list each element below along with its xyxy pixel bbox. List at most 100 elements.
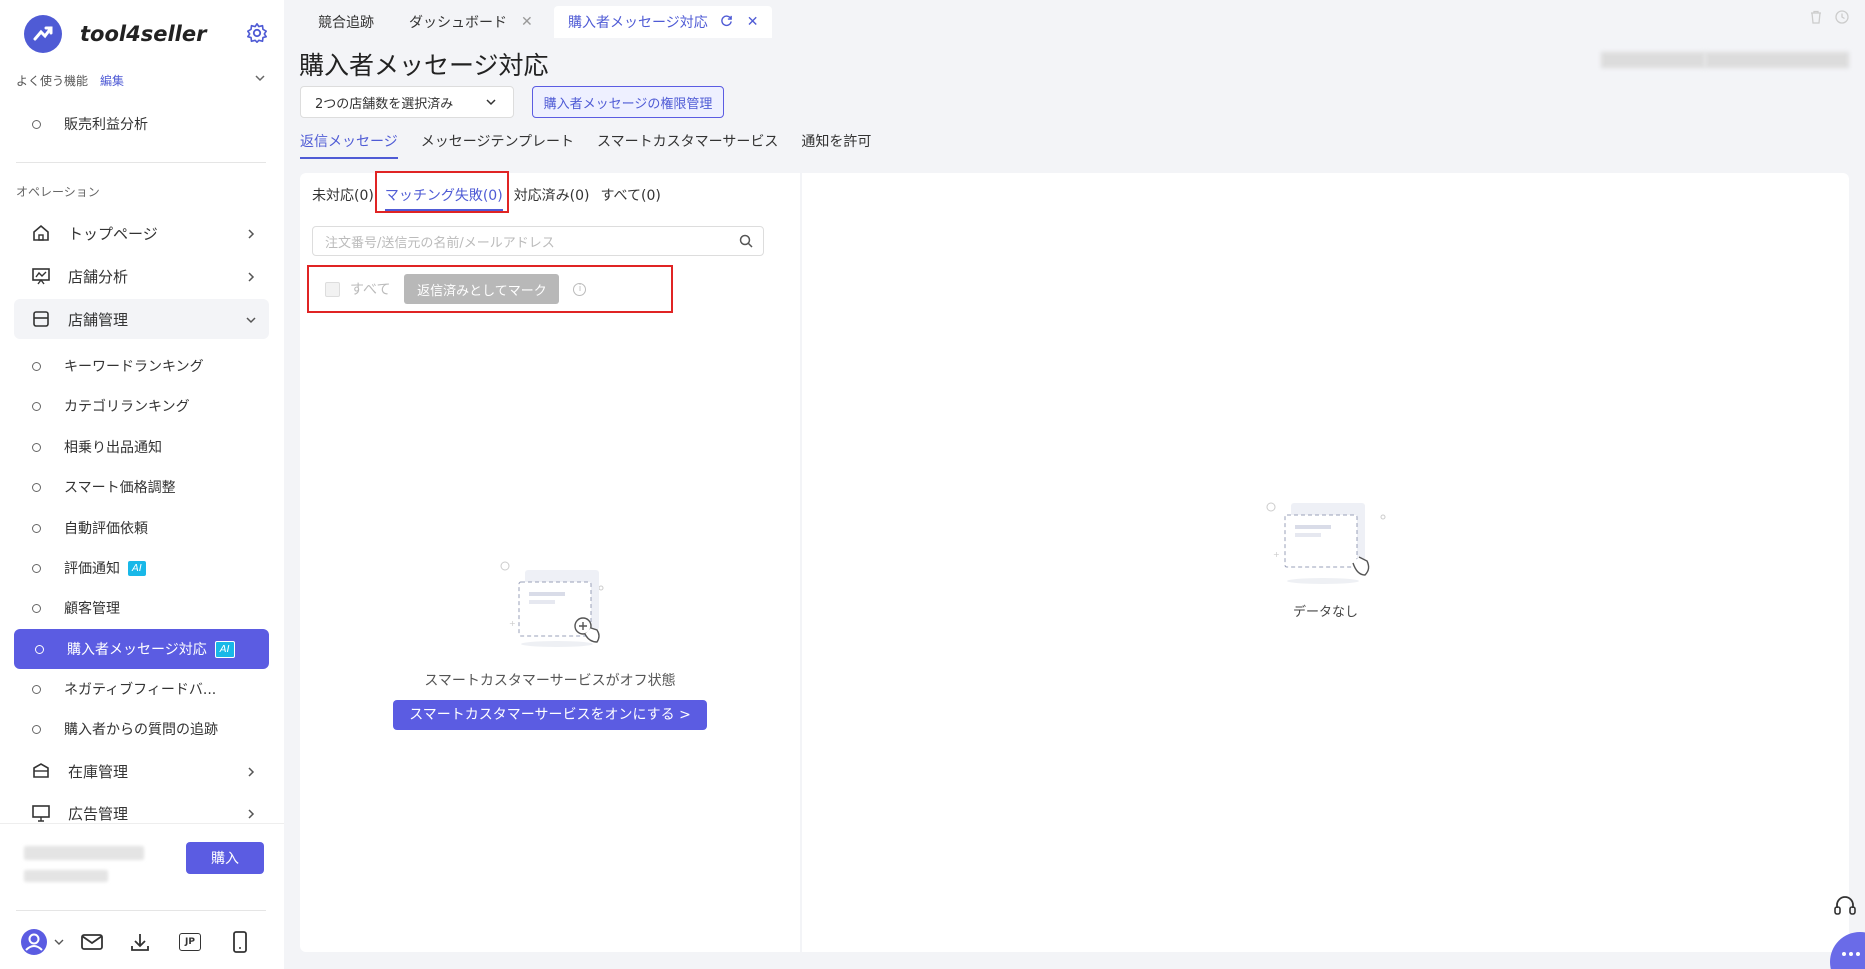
chevron-down-icon[interactable] <box>254 72 266 87</box>
sidebar-item-smart-pricing[interactable]: スマート価格調整 <box>32 475 176 499</box>
empty-state-text: スマートカスタマーサービスがオフ状態 <box>424 673 676 689</box>
menu-item-store-analysis[interactable]: 店舗分析 <box>14 256 269 296</box>
avatar[interactable] <box>20 928 48 956</box>
empty-folder-icon: + <box>1266 502 1385 584</box>
favorite-item[interactable]: 販売利益分析 <box>32 112 148 136</box>
tab-buyer-messages[interactable]: 購入者メッセージ対応 ✕ <box>554 6 773 38</box>
mobile-icon[interactable] <box>226 928 254 956</box>
chevron-right-icon <box>245 806 257 824</box>
logo-text: tool4seller <box>80 22 207 46</box>
bullet-icon <box>32 523 41 533</box>
tab-label: 競合追跡 <box>318 15 374 31</box>
sidebar-item-label: 購入者からの質問の追跡 <box>64 722 218 738</box>
close-icon[interactable]: ✕ <box>747 14 759 30</box>
chevron-right-icon <box>245 269 257 287</box>
message-detail-panel: + データなし <box>802 173 1849 952</box>
chevron-right-icon <box>245 764 257 782</box>
search-icon[interactable] <box>739 234 753 252</box>
gear-icon[interactable] <box>246 22 268 48</box>
chevron-down-icon[interactable] <box>52 928 66 956</box>
support-headset-icon[interactable] <box>1832 893 1858 923</box>
buy-button[interactable]: 購入 <box>186 842 264 874</box>
chat-bubble-icon[interactable] <box>1830 932 1865 969</box>
refresh-icon[interactable] <box>720 14 733 31</box>
info-icon[interactable]: i <box>573 282 587 296</box>
page-title: 購入者メッセージ対応 <box>299 51 549 80</box>
sidebar-item-buyer-messages[interactable]: 購入者メッセージ対応 AI <box>14 629 269 669</box>
tab-allow-notifications[interactable]: 通知を許可 <box>801 131 871 159</box>
sidebar-item-label: カテゴリランキング <box>64 399 190 415</box>
sidebar-item-label: 評価通知 <box>64 561 120 577</box>
bulk-action-row: すべて 返信済みとしてマーク i <box>325 274 587 304</box>
bullet-icon <box>32 401 41 411</box>
message-list-panel: 未対応(0) マッチング失敗(0) 対応済み(0) すべて(0) 注文番号/送信… <box>300 171 800 952</box>
store-select[interactable]: 2つの店舗数を選択済み <box>300 86 514 118</box>
sidebar-item-customers[interactable]: 顧客管理 <box>32 596 120 620</box>
filter-tab-all[interactable]: すべて(0) <box>601 185 661 209</box>
trash-icon[interactable] <box>1809 10 1823 28</box>
mail-icon[interactable] <box>78 928 106 956</box>
no-data-text: データなし <box>1292 605 1358 620</box>
close-icon[interactable]: ✕ <box>521 14 533 30</box>
search-input[interactable]: 注文番号/送信元の名前/メールアドレス <box>312 226 764 256</box>
select-all-checkbox[interactable] <box>325 281 340 297</box>
logo-icon <box>24 15 62 53</box>
favorites-header[interactable]: よく使う機能 編集 <box>16 70 266 90</box>
sidebar-item-hijack-alert[interactable]: 相乗り出品通知 <box>32 435 162 459</box>
tab-label: 購入者メッセージ対応 <box>568 15 708 31</box>
language-badge: JP <box>179 933 201 951</box>
favorites-label: よく使う機能 <box>16 73 89 88</box>
permission-management-button[interactable]: 購入者メッセージの権限管理 <box>532 86 724 118</box>
blurred-user-info <box>1705 52 1849 68</box>
sidebar-item-category-ranking[interactable]: カテゴリランキング <box>32 394 190 418</box>
tab-bar: 競合追跡 ダッシュボード ✕ 購入者メッセージ対応 ✕ <box>284 0 1865 38</box>
section-label: オペレーション <box>16 185 100 199</box>
svg-text:+: + <box>509 619 516 628</box>
sidebar-item-buyer-questions[interactable]: 購入者からの質問の追跡 <box>32 717 218 741</box>
empty-state: + スマートカスタマーサービスがオフ状態 スマートカスタマーサービスをオンにする… <box>300 558 800 730</box>
sidebar-item-negative-feedback[interactable]: ネガティブフィードバ... <box>32 677 216 701</box>
sidebar-item-label: ネガティブフィードバ... <box>64 682 217 698</box>
filter-tab-unhandled[interactable]: 未対応(0) <box>312 185 374 209</box>
bullet-icon <box>32 563 41 573</box>
menu-item-home[interactable]: トップページ <box>14 213 269 253</box>
tab-dashboard[interactable]: ダッシュボード ✕ <box>395 6 547 38</box>
logo[interactable]: tool4seller <box>24 14 274 54</box>
sidebar-item-auto-review[interactable]: 自動評価依頼 <box>32 516 148 540</box>
menu-item-label: 店舗管理 <box>68 310 129 329</box>
menu-item-inventory[interactable]: 在庫管理 <box>14 751 269 791</box>
divider <box>16 910 266 911</box>
bullet-icon <box>32 603 41 613</box>
enable-smart-service-button[interactable]: スマートカスタマーサービスをオンにする > <box>393 700 707 730</box>
menu-item-store-management[interactable]: 店舗管理 <box>14 299 269 339</box>
tab-smart-customer-service[interactable]: スマートカスタマーサービス <box>597 131 778 159</box>
language-icon[interactable]: JP <box>176 928 204 956</box>
sidebar-item-label: キーワードランキング <box>64 359 204 375</box>
menu-item-label: 広告管理 <box>68 804 129 823</box>
store-icon <box>30 308 52 330</box>
mark-replied-button[interactable]: 返信済みとしてマーク <box>404 274 560 304</box>
clock-icon[interactable] <box>1835 10 1849 28</box>
menu-item-label: トップページ <box>68 224 158 243</box>
tab-message-templates[interactable]: メッセージテンプレート <box>421 131 574 159</box>
monitor-icon <box>30 802 52 824</box>
empty-state: + データなし <box>802 497 1849 620</box>
favorites-edit-link[interactable]: 編集 <box>100 72 124 89</box>
tab-reply-messages[interactable]: 返信メッセージ <box>300 131 398 159</box>
sidebar-item-keyword-ranking[interactable]: キーワードランキング <box>32 354 204 378</box>
bullet-icon <box>32 361 41 371</box>
download-icon[interactable] <box>126 928 154 956</box>
tab-competitor-tracking[interactable]: 競合追跡 <box>304 6 388 38</box>
menu-item-label: 店舗分析 <box>68 267 129 286</box>
sidebar-item-label: スマート価格調整 <box>64 480 176 496</box>
chevron-down-icon <box>245 312 257 330</box>
svg-text:+: + <box>1273 550 1280 559</box>
chevron-down-icon <box>485 96 497 112</box>
filter-tab-handled[interactable]: 対応済み(0) <box>514 185 590 209</box>
home-icon <box>30 222 52 244</box>
sidebar-item-label: 自動評価依頼 <box>64 521 148 537</box>
sub-tabs: 返信メッセージ メッセージテンプレート スマートカスタマーサービス 通知を許可 <box>300 131 894 161</box>
blurred-user-info <box>1601 52 1705 68</box>
bullet-icon <box>35 644 44 654</box>
sidebar-item-review-alert[interactable]: 評価通知 AI <box>32 556 146 580</box>
